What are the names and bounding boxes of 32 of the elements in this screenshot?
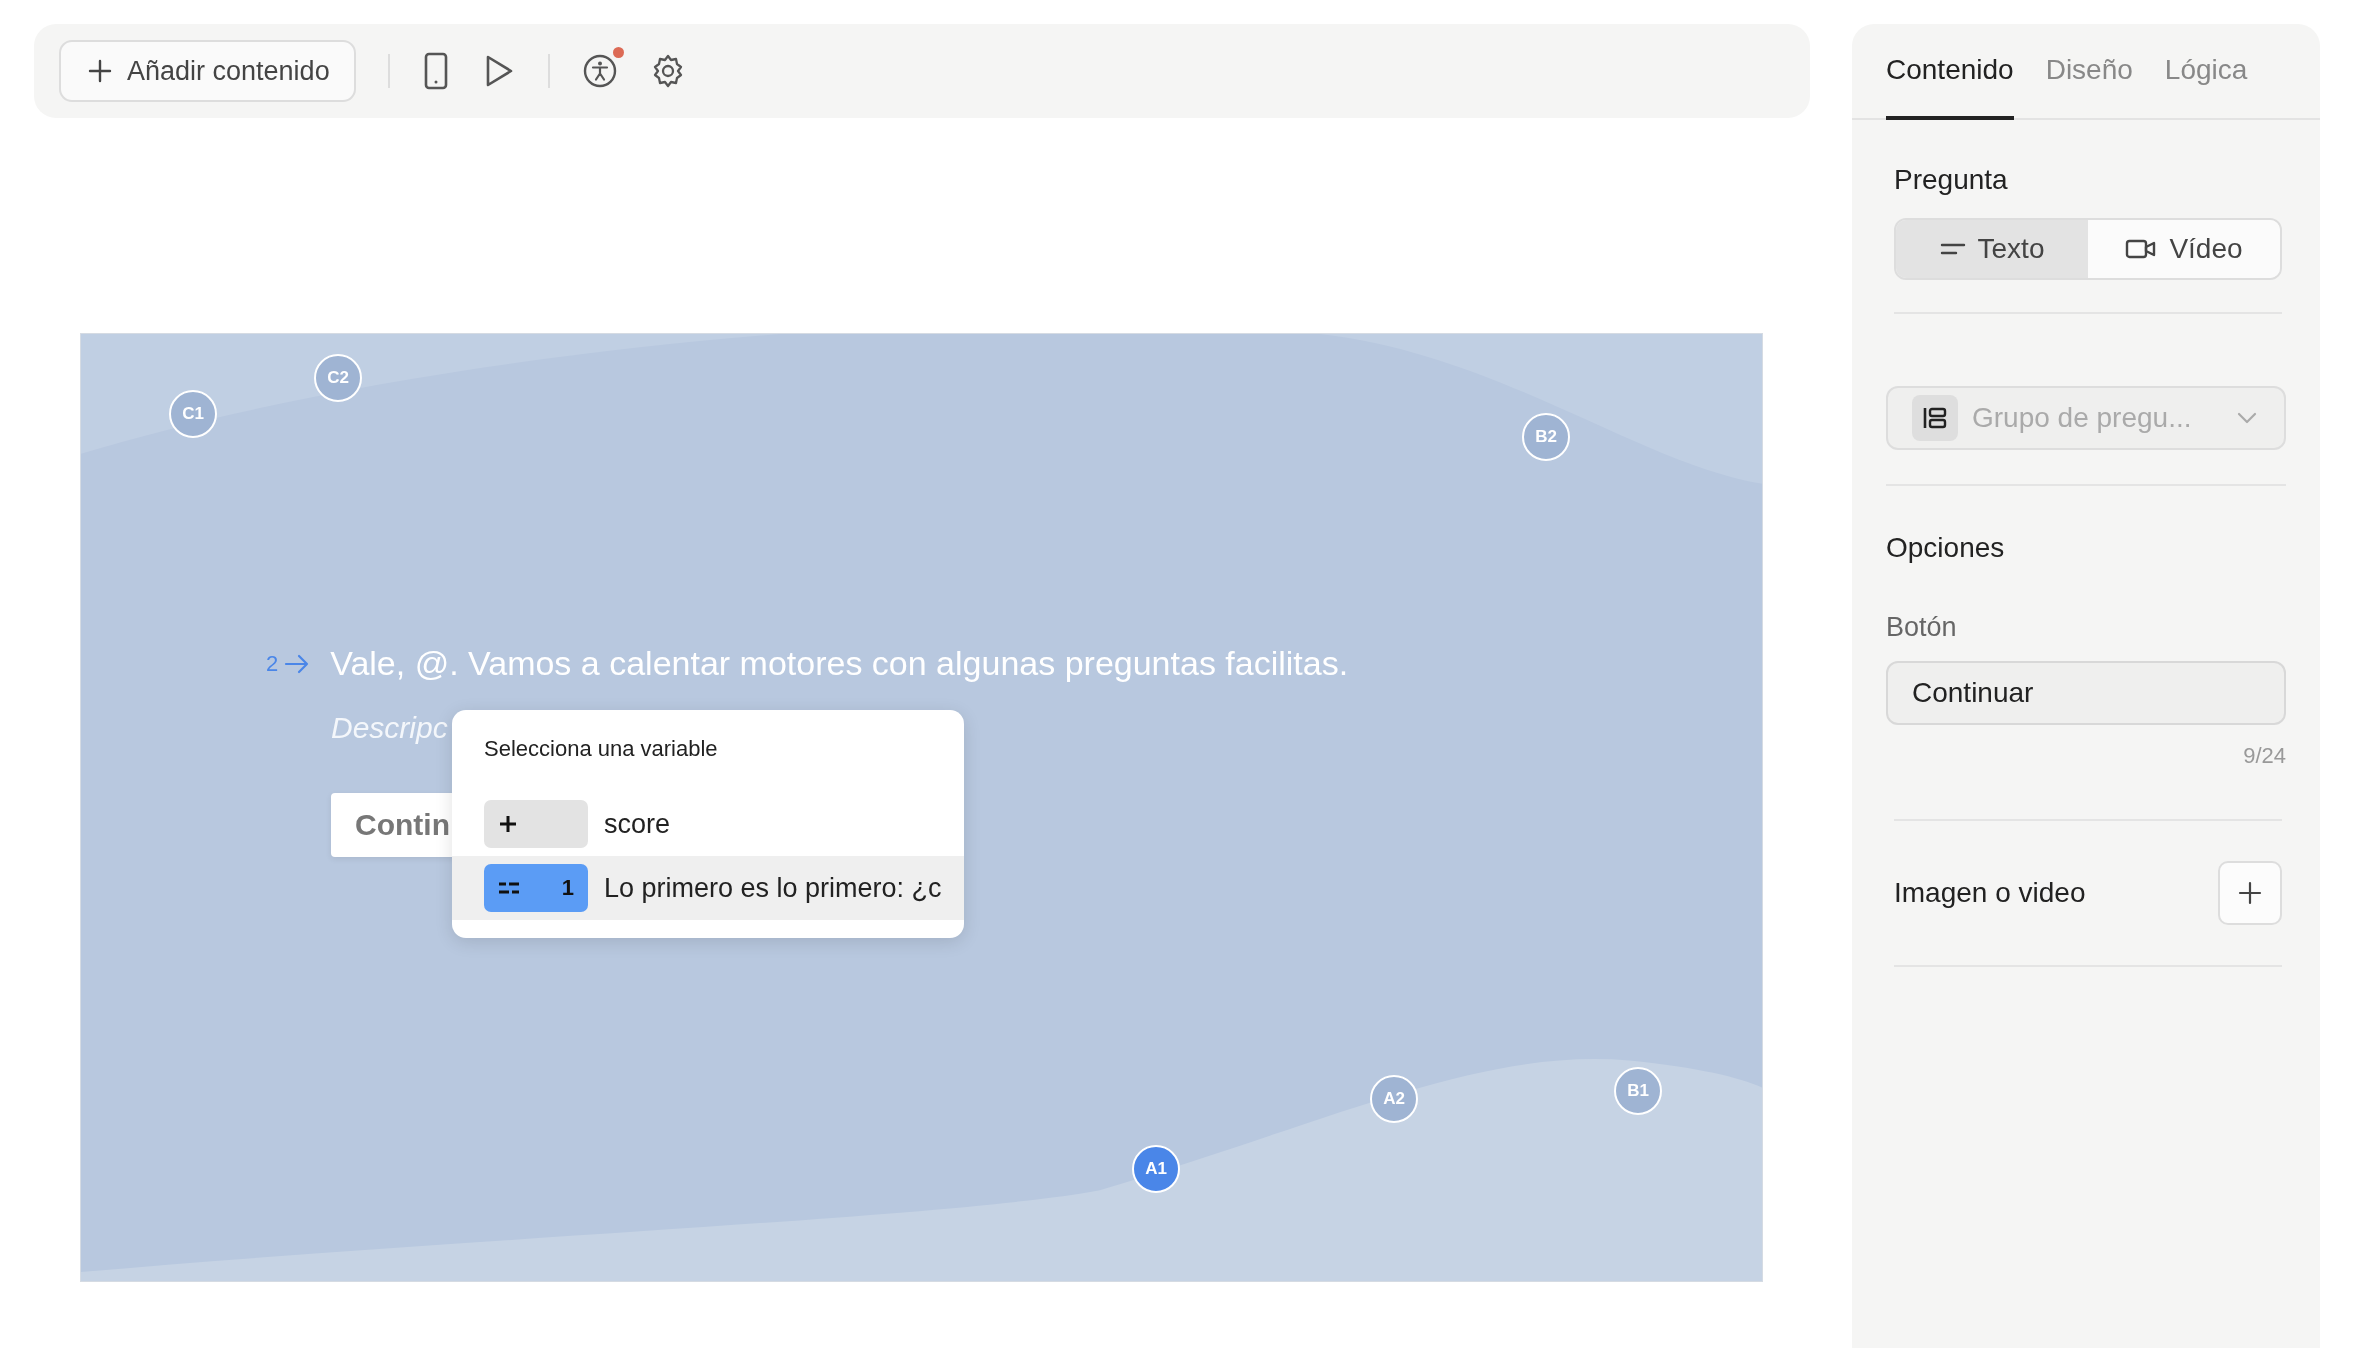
- segment-option[interactable]: Vídeo: [2088, 220, 2280, 278]
- panel-tab[interactable]: Diseño: [2045, 24, 2133, 120]
- character-counter: 9/24: [2242, 743, 2286, 769]
- panel-tab[interactable]: Contenido: [1886, 24, 2014, 120]
- text-lines-icon: [1939, 241, 1966, 257]
- menu-title: Selecciona una variable: [484, 736, 719, 762]
- chevron-down-icon: [2236, 411, 2258, 425]
- section-title: Pregunta: [1894, 164, 2009, 196]
- section-title: Opciones: [1886, 532, 2006, 564]
- group-icon: [1912, 395, 1958, 441]
- question-text[interactable]: Vale, @. Vamos a calentar motores con algunas preguntas facilitas.: [330, 644, 1349, 683]
- add-content-button[interactable]: Añadir contenido: [59, 40, 356, 102]
- video-camera-icon: [2125, 238, 2158, 260]
- group-select[interactable]: Grupo de pregu...: [1886, 386, 2286, 450]
- question-number: 2: [266, 650, 279, 677]
- panel-tab[interactable]: Lógica: [2164, 24, 2248, 120]
- marker-handle[interactable]: A1: [1132, 1145, 1180, 1193]
- variable-type-badge: 1: [484, 864, 588, 912]
- add-media-button[interactable]: [2218, 861, 2282, 925]
- arrow-right-icon: [284, 652, 311, 675]
- marker-handle[interactable]: B2: [1522, 413, 1570, 461]
- plus-icon: [2238, 881, 2262, 905]
- button-text-field[interactable]: Continuar: [1886, 661, 2286, 725]
- plus-icon: [498, 814, 518, 834]
- section-title: Imagen o video: [1894, 877, 2086, 909]
- plus-icon: [87, 58, 113, 84]
- segment-option[interactable]: Texto: [1896, 220, 2088, 278]
- variable-item[interactable]: 1 Lo primero es lo primero: ¿c: [452, 856, 964, 920]
- accessibility-icon[interactable]: [581, 53, 618, 89]
- marker-handle[interactable]: A2: [1370, 1075, 1418, 1123]
- field-label: Botón: [1886, 612, 1958, 643]
- equals-icon: [498, 881, 520, 895]
